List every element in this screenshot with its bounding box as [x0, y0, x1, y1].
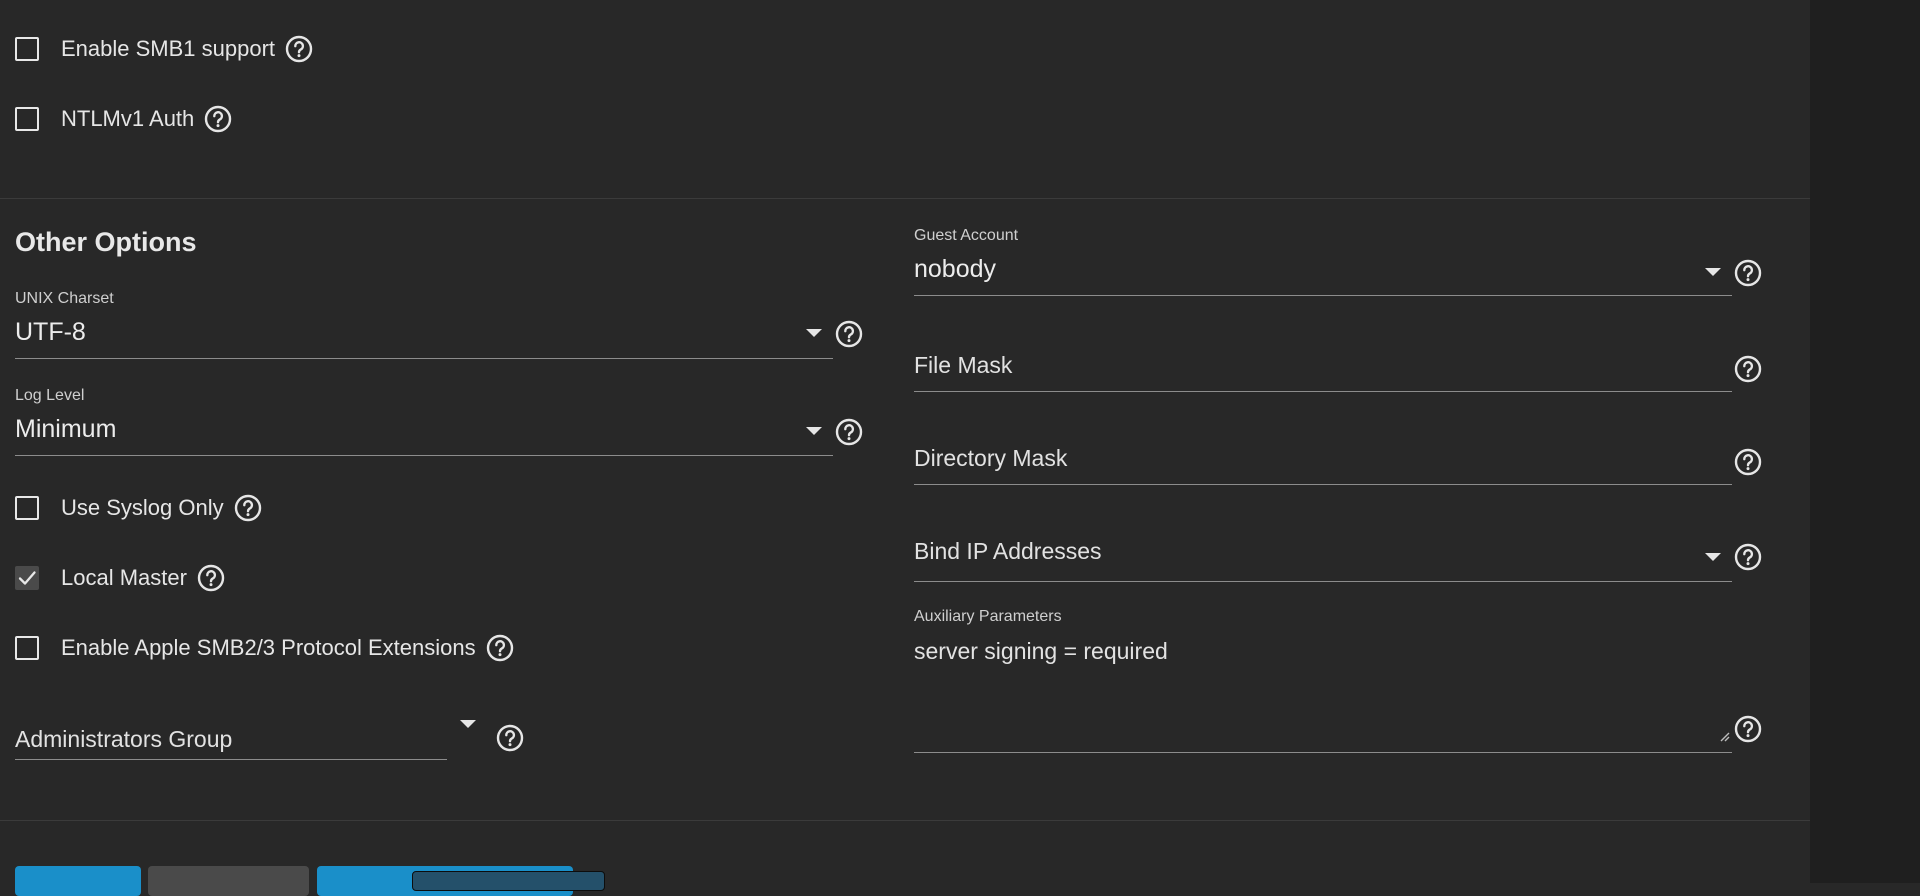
- directory-mask-input[interactable]: Directory Mask: [914, 438, 1774, 486]
- help-icon[interactable]: [1734, 543, 1762, 571]
- dropdown-caret-icon[interactable]: [1705, 268, 1721, 276]
- bind-ip-addresses-placeholder: Bind IP Addresses: [914, 538, 1102, 564]
- guest-account-underline: [914, 295, 1732, 296]
- dropdown-caret-icon[interactable]: [806, 329, 822, 337]
- resize-handle-icon[interactable]: [1718, 730, 1730, 742]
- enable-smb1-checkbox[interactable]: [15, 37, 39, 61]
- help-icon[interactable]: [1734, 259, 1762, 287]
- administrators-group-select[interactable]: Administrators Group: [15, 710, 524, 760]
- auxiliary-parameters-value: server signing = required: [914, 638, 1168, 664]
- enable-smb1-label: Enable SMB1 support: [61, 36, 276, 61]
- log-level-select[interactable]: Log Level Minimum: [15, 387, 875, 457]
- help-icon[interactable]: [1734, 715, 1762, 743]
- guest-account-label: Guest Account: [914, 227, 1019, 244]
- local-master-label: Local Master: [61, 565, 187, 590]
- dropdown-caret-icon[interactable]: [460, 720, 476, 728]
- use-syslog-only-label: Use Syslog Only: [61, 495, 224, 520]
- dropdown-caret-icon[interactable]: [806, 427, 822, 435]
- use-syslog-only-row: Use Syslog Only: [15, 494, 262, 522]
- help-icon[interactable]: [835, 418, 863, 446]
- unix-charset-underline: [15, 358, 833, 359]
- local-master-checkbox[interactable]: [15, 566, 39, 590]
- ntlmv1-row: NTLMv1 Auth: [15, 105, 232, 133]
- directory-mask-placeholder: Directory Mask: [914, 445, 1068, 471]
- file-mask-input[interactable]: File Mask: [914, 345, 1774, 393]
- unix-charset-label: UNIX Charset: [15, 290, 114, 307]
- unix-charset-select[interactable]: UNIX Charset UTF-8: [15, 290, 875, 360]
- file-mask-placeholder: File Mask: [914, 352, 1013, 378]
- dropdown-caret-icon[interactable]: [1705, 553, 1721, 561]
- administrators-group-placeholder: Administrators Group: [15, 726, 233, 752]
- use-syslog-only-checkbox[interactable]: [15, 496, 39, 520]
- save-button[interactable]: [15, 866, 141, 896]
- administrators-group-underline: [15, 759, 447, 760]
- help-icon[interactable]: [486, 634, 514, 662]
- ntlmv1-checkbox[interactable]: [15, 107, 39, 131]
- auxiliary-parameters-textarea[interactable]: Auxiliary Parameters server signing = re…: [914, 608, 1774, 754]
- file-mask-underline: [914, 391, 1732, 392]
- local-master-row: Local Master: [15, 564, 225, 592]
- bind-ip-addresses-underline: [914, 581, 1732, 582]
- section-divider: [0, 198, 1810, 199]
- help-icon[interactable]: [835, 320, 863, 348]
- ntlmv1-label: NTLMv1 Auth: [61, 106, 195, 131]
- help-icon[interactable]: [234, 494, 262, 522]
- check-icon: [18, 571, 36, 585]
- help-icon[interactable]: [1734, 448, 1762, 476]
- enable-smb1-row: Enable SMB1 support: [15, 35, 313, 63]
- right-gutter: [1810, 0, 1920, 883]
- log-level-value: Minimum: [15, 415, 117, 443]
- focused-button[interactable]: [412, 871, 605, 891]
- auxiliary-parameters-label: Auxiliary Parameters: [914, 608, 1062, 625]
- bind-ip-addresses-select[interactable]: Bind IP Addresses: [914, 531, 1774, 583]
- apple-extensions-label: Enable Apple SMB2/3 Protocol Extensions: [61, 635, 476, 660]
- footer-divider: [0, 820, 1810, 821]
- guest-account-select[interactable]: Guest Account nobody: [914, 227, 1774, 297]
- auxiliary-parameters-underline: [914, 752, 1732, 753]
- other-options-title: Other Options: [15, 227, 197, 257]
- apple-extensions-checkbox[interactable]: [15, 636, 39, 660]
- unix-charset-value: UTF-8: [15, 318, 86, 346]
- cancel-button[interactable]: [148, 866, 309, 896]
- directory-mask-underline: [914, 484, 1732, 485]
- guest-account-value: nobody: [914, 255, 997, 283]
- apple-extensions-row: Enable Apple SMB2/3 Protocol Extensions: [15, 634, 514, 662]
- smb-settings-panel: Enable SMB1 support NTLMv1 Auth Other Op…: [0, 0, 1810, 896]
- help-icon[interactable]: [1734, 355, 1762, 383]
- help-icon[interactable]: [197, 564, 225, 592]
- help-icon[interactable]: [496, 724, 524, 752]
- log-level-underline: [15, 455, 833, 456]
- help-icon[interactable]: [204, 105, 232, 133]
- log-level-label: Log Level: [15, 387, 85, 404]
- help-icon[interactable]: [285, 35, 313, 63]
